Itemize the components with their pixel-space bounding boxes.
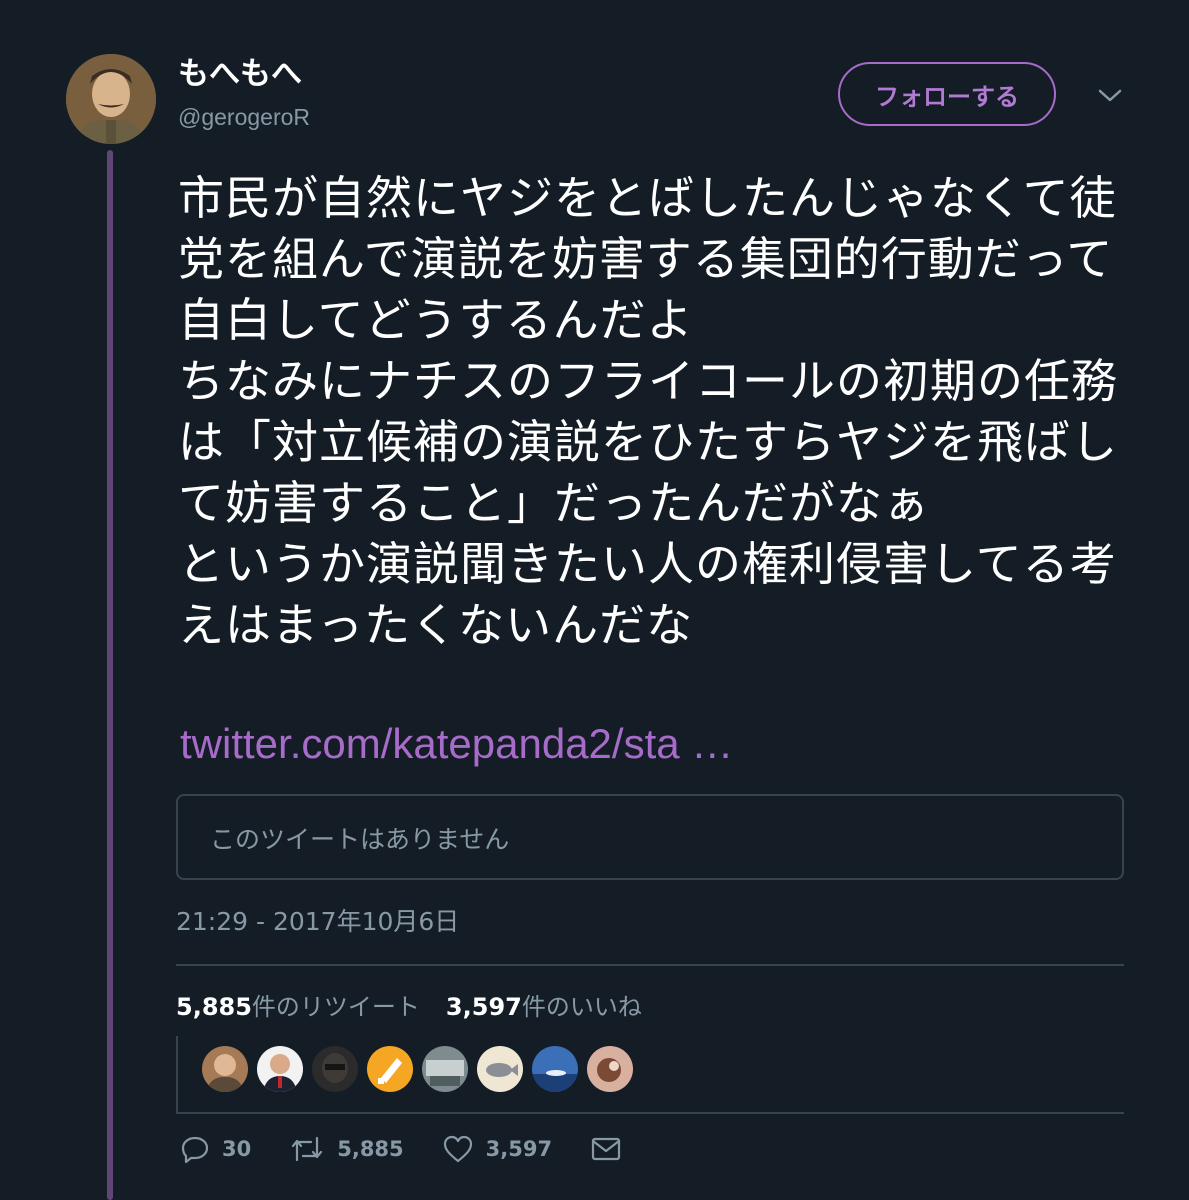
tweet-actions: 30 5,885 3,597 — [180, 1134, 660, 1164]
chevron-down-icon[interactable] — [1096, 84, 1124, 108]
reply-button[interactable]: 30 — [180, 1134, 251, 1164]
quoted-tweet-unavailable-text: このツイートはありません — [210, 825, 510, 854]
reply-icon — [180, 1134, 210, 1164]
liker-avatar-8[interactable] — [587, 1046, 633, 1092]
reply-count: 30 — [222, 1137, 252, 1161]
author-display-name[interactable]: もへもへ — [178, 54, 302, 94]
likers-section — [176, 1036, 1124, 1114]
divider — [176, 964, 1124, 966]
heart-icon — [442, 1134, 474, 1164]
tweet-stats: 5,885件のリツイート 3,597件のいいね — [176, 990, 642, 1024]
liker-avatar-2[interactable] — [257, 1046, 303, 1092]
retweet-count: 5,885 — [337, 1137, 404, 1161]
like-stat-count: 3,597 — [445, 993, 522, 1021]
thread-line — [107, 150, 113, 1200]
quoted-tweet-card[interactable]: このツイートはありません — [176, 794, 1124, 880]
likers-avatars — [202, 1046, 633, 1092]
liker-avatar-3[interactable] — [312, 1046, 358, 1092]
like-count: 3,597 — [485, 1137, 553, 1161]
author-avatar[interactable] — [66, 54, 156, 144]
liker-avatar-6[interactable] — [477, 1046, 523, 1092]
like-stat-label: 件のいいね — [521, 993, 642, 1021]
like-stat[interactable]: 3,597件のいいね — [446, 990, 642, 1024]
liker-avatar-4[interactable] — [367, 1046, 413, 1092]
retweet-stat-label: 件のリツイート — [251, 993, 420, 1021]
retweet-stat[interactable]: 5,885件のリツイート — [176, 990, 420, 1024]
retweet-button[interactable]: 5,885 — [289, 1134, 404, 1164]
tweet-link[interactable]: twitter.com/katepanda2/sta … — [180, 716, 733, 772]
liker-avatar-7[interactable] — [532, 1046, 578, 1092]
liker-avatar-5[interactable] — [422, 1046, 468, 1092]
direct-message-button[interactable] — [590, 1134, 622, 1164]
retweet-stat-count: 5,885 — [176, 993, 252, 1021]
retweet-icon — [289, 1134, 325, 1164]
liker-avatar-1[interactable] — [202, 1046, 248, 1092]
tweet-text: 市民が自然にヤジをとばしたんじゃなくて徒党を組んで演説を妨害する集団的行動だって… — [178, 171, 1118, 652]
like-button[interactable]: 3,597 — [442, 1134, 552, 1164]
author-handle[interactable]: @gerogeroR — [178, 101, 310, 133]
envelope-icon — [590, 1134, 622, 1164]
tweet-timestamp[interactable]: 21:29 - 2017年10月6日 — [176, 904, 459, 940]
follow-button[interactable]: フォローする — [838, 62, 1056, 126]
